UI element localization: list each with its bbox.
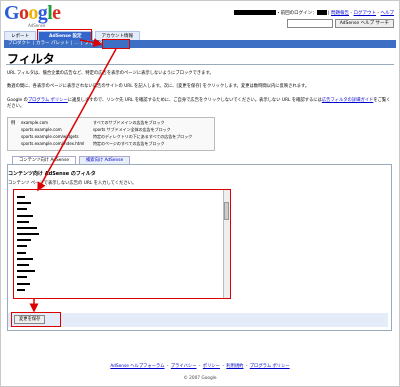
scrollbar-thumb[interactable] [224, 202, 229, 220]
example-row: sports.example.com/widgets 特定のディレクトリの下にある… [21, 134, 193, 139]
redacted-email [234, 10, 277, 15]
copyright: © 2007 Google [183, 376, 217, 381]
redacted-url-line [17, 270, 35, 272]
redacted-url-line [17, 283, 30, 285]
button-bar [8, 313, 388, 327]
footer-links: AdSense ヘルプフォーラム - プライバシー - ポリシー - 利用規約 … [110, 364, 290, 369]
footer-link-forum[interactable]: AdSense ヘルプフォーラム [110, 364, 164, 369]
filter-guide-link[interactable]: 広告フィルタの詳細ガイド [322, 98, 373, 103]
instructions-paragraph: 数週の間に、各表示のページに表示されない広告のサイトの URL を記入します。次… [7, 84, 310, 89]
example-row: sports.example.com/index.html 特定のページのすべての… [21, 141, 165, 146]
help-search: AdSense ヘルプ サーチ [286, 19, 394, 28]
redacted-url-line [17, 233, 39, 235]
example-row: example.com すべてのサブドメインの広告をブロック [21, 120, 165, 125]
panel-instruction: コンテンツ ページで表示しない広告の URL を入力してください。 [8, 181, 137, 186]
redacted-url-line [17, 289, 25, 291]
subnav-item-filter[interactable]: フィルタ [85, 41, 103, 46]
footer-link-program-policy[interactable]: プログラム ポリシー [250, 364, 290, 369]
examples-label: 例 [11, 121, 16, 126]
annotation-box-filter [102, 39, 130, 49]
example-row: sports.example.com sports サブドメイン全体の広告をブロッ… [21, 127, 171, 132]
annotation-box-save [11, 312, 61, 327]
redacted-url-line [17, 215, 33, 217]
content-tabs: コンテンツ向け AdSense 検索向け AdSense [12, 156, 131, 164]
redacted-url-line [17, 264, 29, 266]
redacted-url-line [17, 276, 27, 278]
redacted-url-line [17, 227, 37, 229]
user-bar: ・前回のログイン： | 問題報告 - ログアウト - ヘルプ [234, 10, 394, 16]
redacted-url-line [17, 221, 29, 223]
tab-reports[interactable]: レポート [4, 31, 36, 40]
panel-title: コンテンツ向け AdSense のフィルタ [8, 171, 96, 177]
help-search-input[interactable] [286, 19, 333, 28]
subnav-item-products[interactable]: プロダクト [8, 41, 31, 46]
title-divider [6, 64, 394, 65]
footer-link-policy[interactable]: ポリシー [203, 364, 220, 369]
examples-box: 例 example.com すべてのサブドメインの広告をブロック sports.e… [7, 117, 215, 151]
footer-link-terms[interactable]: 利用規約 [226, 364, 243, 369]
google-adsense-logo[interactable]: Google AdSense [4, 3, 70, 29]
subnav-item-more[interactable]: … [75, 41, 80, 46]
tab-adsense-for-search[interactable]: 検索向け AdSense [79, 156, 131, 164]
tab-adsense-for-content[interactable]: コンテンツ向け AdSense [12, 156, 77, 164]
redacted-url-line [17, 208, 27, 210]
textarea-scrollbar[interactable] [223, 190, 230, 298]
program-policy-link[interactable]: プログラム ポリシー [28, 98, 68, 103]
intro-paragraph: URL フィルタは、競合企業の広告など、特定の広告を表示のページに表示しないよう… [7, 71, 214, 76]
redacted-url-line [17, 239, 31, 241]
footer-link-privacy[interactable]: プライバシー [171, 364, 197, 369]
redacted-date [316, 10, 327, 15]
policy-paragraph: Google のプログラム ポリシーに違反しますので、リンク先 URL を確認す… [7, 98, 391, 109]
redacted-url-line [17, 196, 25, 198]
report-problem-link[interactable]: 問題報告 [331, 11, 349, 16]
redacted-url-line [17, 202, 31, 204]
redacted-url-line [17, 252, 26, 254]
logout-link[interactable]: ログアウト [354, 11, 377, 16]
url-filter-textarea[interactable] [13, 189, 231, 299]
logo-subtitle: AdSense [28, 23, 46, 28]
redacted-url-line [17, 245, 27, 247]
help-search-button[interactable]: AdSense ヘルプ サーチ [334, 19, 394, 28]
subnav-item-color-palette[interactable]: カラー パレット [36, 41, 69, 46]
logo-wordmark: Google [4, 2, 61, 24]
help-link[interactable]: ヘルプ [381, 11, 395, 16]
last-login-label: ・前回のログイン： [276, 11, 317, 16]
subnav-bar: プロダクト | カラー パレット |… | フィルタ [4, 40, 396, 48]
redacted-url-line [17, 258, 33, 260]
